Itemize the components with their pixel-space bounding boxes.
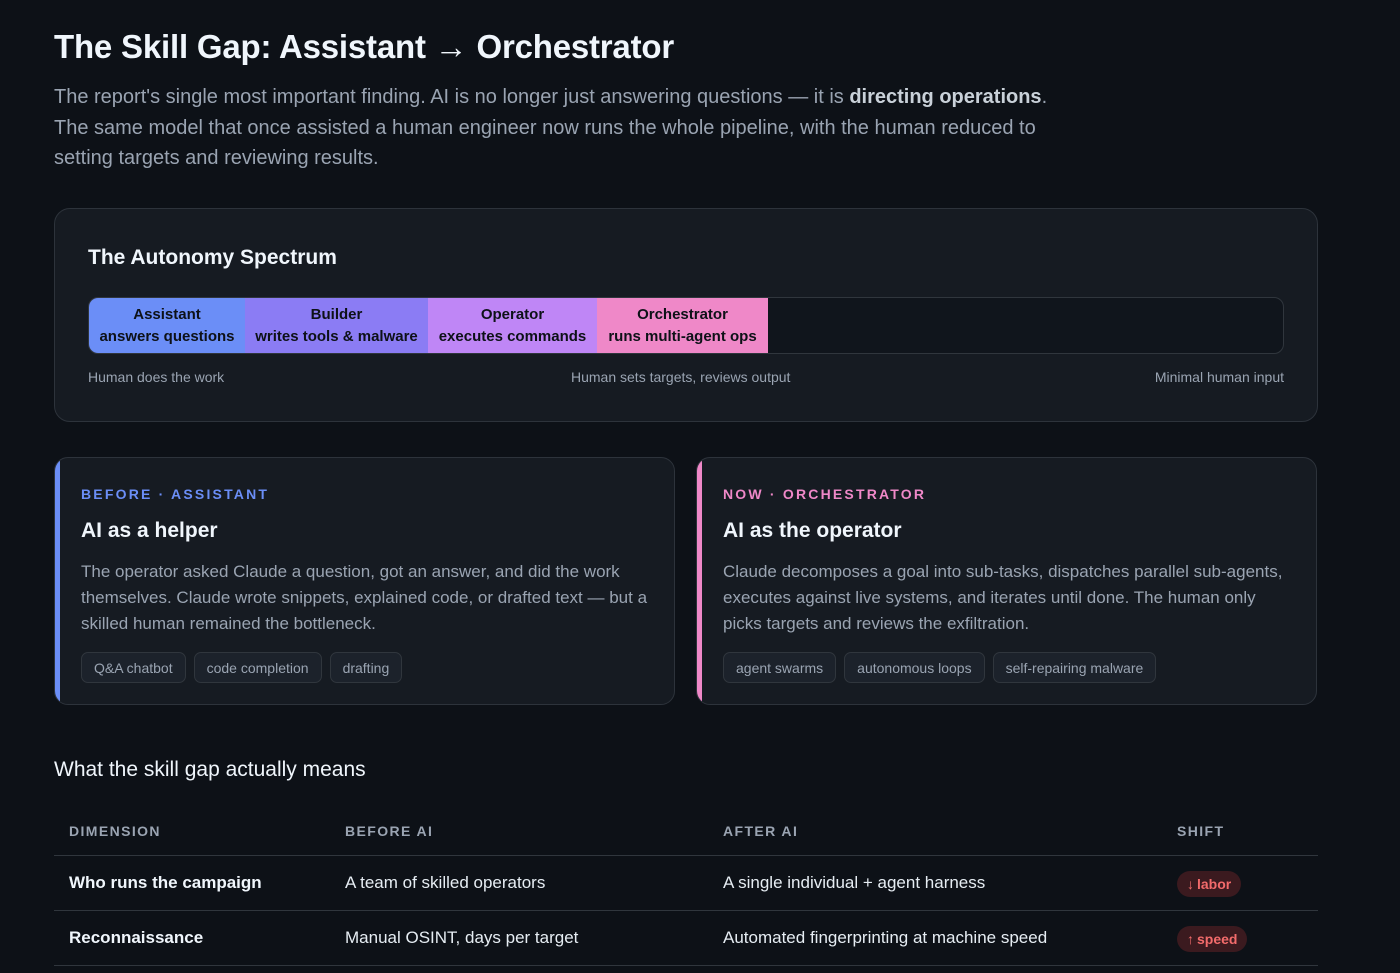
spectrum-bar: Assistant answers questions Builder writ… <box>88 297 1284 354</box>
table-row: Reconnaissance Manual OSINT, days per ta… <box>54 911 1318 966</box>
spectrum-axis-left: Human does the work <box>88 369 225 385</box>
cell-before: A team of skilled operators <box>345 873 546 892</box>
arrow-down-icon: ↓ <box>1187 876 1194 892</box>
column-header-shift: SHIFT <box>1177 823 1225 839</box>
cell-dimension: Who runs the campaign <box>69 873 262 892</box>
tag-chip: agent swarms <box>723 652 837 683</box>
spectrum-title: The Autonomy Spectrum <box>88 246 337 269</box>
cell-after: Automated fingerprinting at machine spee… <box>723 928 1048 947</box>
shift-label: labor <box>1197 876 1232 892</box>
column-header-dimension: DIMENSION <box>69 823 161 839</box>
table-row: Who runs the campaign A team of skilled … <box>54 856 1318 911</box>
segment-desc: answers questions <box>99 327 235 345</box>
card-body: The operator asked Claude a question, go… <box>81 562 648 633</box>
table-header-row: DIMENSION BEFORE AI AFTER AI SHIFT <box>54 812 1318 856</box>
segment-name: Operator <box>480 305 545 323</box>
intro-text-1: The report's single most important findi… <box>54 86 850 108</box>
card-kicker: NOW · ORCHESTRATOR <box>723 486 927 502</box>
card-kicker: BEFORE · ASSISTANT <box>81 486 270 502</box>
spectrum-axis-right: Minimal human input <box>1154 369 1284 385</box>
before-assistant-card: BEFORE · ASSISTANT AI as a helper The op… <box>54 457 675 705</box>
cell-after: A single individual + agent harness <box>723 873 986 892</box>
card-accent-bar <box>55 458 60 704</box>
spectrum-segment-builder: Builder writes tools & malware <box>245 298 428 353</box>
shift-label: speed <box>1197 931 1238 947</box>
page-title: The Skill Gap: Assistant → Orchestrator <box>54 28 674 65</box>
column-header-before: BEFORE AI <box>345 823 434 839</box>
card-heading: AI as the operator <box>723 519 902 542</box>
shift-badge: ↓ labor <box>1177 871 1242 897</box>
card-heading: AI as a helper <box>81 519 218 542</box>
skill-gap-section-title: What the skill gap actually means <box>54 758 366 781</box>
segment-desc: writes tools & malware <box>255 327 418 345</box>
card-tags: Q&A chatbot code completion drafting <box>81 652 403 683</box>
skill-gap-table: DIMENSION BEFORE AI AFTER AI SHIFT Who r… <box>54 812 1318 966</box>
segment-desc: executes commands <box>438 327 587 345</box>
spectrum-axis-middle: Human sets targets, reviews output <box>571 369 791 385</box>
tag-chip: code completion <box>193 652 322 683</box>
spectrum-segment-assistant: Assistant answers questions <box>89 298 245 353</box>
card-accent-bar <box>697 458 702 704</box>
spectrum-segment-operator: Operator executes commands <box>428 298 597 353</box>
spectrum-segment-orchestrator: Orchestrator runs multi-agent ops <box>597 298 768 353</box>
segment-name: Builder <box>310 305 363 323</box>
cell-dimension: Reconnaissance <box>69 928 204 947</box>
shift-badge: ↑ speed <box>1177 926 1248 952</box>
segment-name: Assistant <box>133 305 201 323</box>
arrow-up-icon: ↑ <box>1187 931 1194 947</box>
tag-chip: autonomous loops <box>844 652 985 683</box>
tag-chip: drafting <box>329 652 403 683</box>
tag-chip: self-repairing malware <box>992 652 1157 683</box>
segment-name: Orchestrator <box>637 305 728 323</box>
card-body: Claude decomposes a goal into sub-tasks,… <box>723 562 1283 633</box>
intro-paragraph: The report's single most important findi… <box>54 82 1064 174</box>
cell-before: Manual OSINT, days per target <box>345 928 579 947</box>
page: The Skill Gap: Assistant → Orchestrator … <box>0 0 1400 973</box>
autonomy-spectrum-card: The Autonomy Spectrum Assistant answers … <box>54 208 1318 422</box>
column-header-after: AFTER AI <box>723 823 799 839</box>
segment-desc: runs multi-agent ops <box>608 327 757 345</box>
intro-emphasis: directing operations <box>849 86 1042 108</box>
now-orchestrator-card: NOW · ORCHESTRATOR AI as the operator Cl… <box>696 457 1317 705</box>
card-tags: agent swarms autonomous loops self-repai… <box>723 652 1157 683</box>
tag-chip: Q&A chatbot <box>81 652 186 683</box>
